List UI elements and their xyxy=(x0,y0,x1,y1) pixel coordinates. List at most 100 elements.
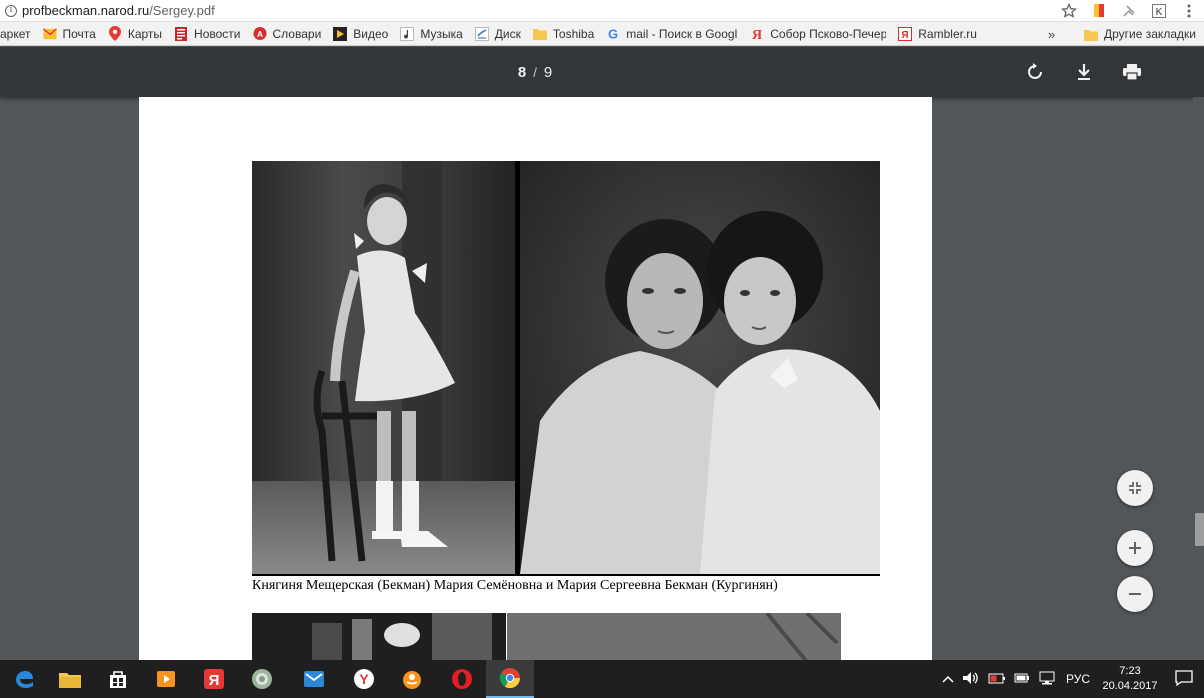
bookmark-label: Rambler.ru xyxy=(918,26,977,41)
bookmark-market[interactable]: аркет xyxy=(0,22,37,45)
bookmark-label: Музыка xyxy=(420,26,463,41)
zoom-out-button[interactable] xyxy=(1117,576,1153,612)
svg-text:Я: Я xyxy=(752,28,762,41)
bookmark-label: Toshiba xyxy=(552,26,595,41)
map-pin-icon xyxy=(108,26,122,41)
rotate-icon xyxy=(1028,63,1042,79)
svg-text:G: G xyxy=(608,27,618,41)
bookmark-mail[interactable]: Почта xyxy=(37,22,102,45)
bookmarks-overflow-button[interactable]: » xyxy=(1048,22,1055,45)
bookmark-google-search[interactable]: G mail - Поиск в Googl xyxy=(600,22,744,45)
taskbar-odnoklassniki[interactable] xyxy=(388,660,436,698)
mail-envelope-icon xyxy=(42,27,57,41)
network-icon[interactable] xyxy=(1034,671,1060,688)
download-button[interactable] xyxy=(1072,60,1096,84)
power-icon[interactable] xyxy=(1010,671,1034,688)
bookmark-star-icon[interactable] xyxy=(1054,0,1084,22)
extension-pin-icon[interactable] xyxy=(1114,0,1144,22)
other-bookmarks-folder[interactable]: Другие закладки xyxy=(1080,22,1202,45)
fit-to-page-button[interactable] xyxy=(1117,470,1153,506)
news-icon xyxy=(174,26,188,41)
bookmark-label: Собор Псково-Печер xyxy=(770,26,887,41)
bookmark-rambler[interactable]: Я Rambler.ru xyxy=(892,22,983,45)
mail-icon xyxy=(304,671,324,687)
bookmark-cathedral[interactable]: Я Собор Псково-Печер xyxy=(744,22,892,45)
system-tray: РУС 7:23 20.04.2017 xyxy=(938,660,1204,698)
scrollbar-thumb[interactable] xyxy=(1195,513,1204,546)
taskbar-file-explorer[interactable] xyxy=(46,660,94,698)
yandex-icon: Я xyxy=(750,27,764,41)
photo-woman-and-girl xyxy=(520,161,880,574)
current-page[interactable]: 8 xyxy=(518,64,526,81)
notifications-icon[interactable] xyxy=(1164,669,1204,689)
store-bag-icon xyxy=(110,671,126,688)
zoom-in-button[interactable] xyxy=(1117,530,1153,566)
bookmark-label: Карты xyxy=(127,26,163,41)
taskbar-yandex[interactable]: Y xyxy=(340,660,388,698)
pdf-toolbar: 8 / 9 xyxy=(0,47,1204,97)
bookmark-news[interactable]: Новости xyxy=(168,22,246,45)
photo-caption: Княгиня Мещерская (Бекман) Мария Семёнов… xyxy=(252,578,778,593)
print-button[interactable] xyxy=(1120,60,1144,84)
total-pages: 9 xyxy=(543,63,553,81)
extension-flag-icon[interactable] xyxy=(1084,0,1114,22)
fit-page-icon xyxy=(1129,482,1141,494)
taskbar-media-player[interactable] xyxy=(142,660,190,698)
site-info-icon[interactable]: i xyxy=(0,0,22,22)
volume-icon[interactable] xyxy=(958,671,984,688)
bookmark-music[interactable]: Музыка xyxy=(394,22,468,45)
taskbar-mail[interactable] xyxy=(290,660,338,698)
taskbar-system-app[interactable] xyxy=(238,660,286,698)
taskbar-opera[interactable] xyxy=(438,660,486,698)
edge-icon xyxy=(16,671,33,688)
bookmark-label: Видео xyxy=(353,26,389,41)
svg-text:Y: Y xyxy=(359,671,369,687)
bookmark-video[interactable]: Видео xyxy=(327,22,394,45)
taskbar-store[interactable] xyxy=(94,660,142,698)
url-host[interactable]: profbeckman.narod.ru xyxy=(22,3,149,18)
menu-icon[interactable] xyxy=(1174,0,1204,22)
clock-time: 7:23 xyxy=(1119,665,1141,677)
bookmark-label: Другие закладки xyxy=(1104,27,1196,41)
taskbar-yandex-browser[interactable]: Я xyxy=(190,660,238,698)
clock[interactable]: 7:23 20.04.2017 xyxy=(1096,664,1164,694)
ok-icon xyxy=(403,671,421,689)
folder-icon xyxy=(532,27,547,41)
bookmark-maps[interactable]: Карты xyxy=(102,22,168,45)
disk-icon xyxy=(474,26,489,41)
bookmark-label: аркет xyxy=(0,26,31,41)
svg-text:K: K xyxy=(1156,7,1163,18)
chrome-icon xyxy=(499,668,521,689)
svg-text:Я: Я xyxy=(209,672,220,689)
opera-icon xyxy=(452,669,472,689)
bookmark-dictionaries[interactable]: A Словари xyxy=(247,22,328,45)
folder-icon xyxy=(59,673,81,688)
google-icon: G xyxy=(606,27,620,41)
pdf-page: Княгиня Мещерская (Бекман) Мария Семёнов… xyxy=(139,97,932,662)
bookmark-disk[interactable]: Диск xyxy=(469,22,527,45)
page-indicator: 8 / 9 xyxy=(0,47,1070,97)
photo-baseline xyxy=(252,574,880,576)
music-icon xyxy=(400,26,415,41)
video-icon xyxy=(333,26,348,41)
yandex-icon: Я xyxy=(204,669,224,689)
photo-bottom-right xyxy=(507,613,841,662)
photo-girl-standing xyxy=(252,161,515,576)
dictionary-icon: A xyxy=(252,26,267,41)
address-bar[interactable]: i profbeckman.narod.ru/Sergey.pdf K xyxy=(0,0,1204,22)
extension-k-icon[interactable]: K xyxy=(1144,0,1174,22)
rotate-button[interactable] xyxy=(1023,60,1047,84)
battery-warning-icon[interactable] xyxy=(984,671,1010,688)
bookmark-toshiba[interactable]: Toshiba xyxy=(527,22,600,45)
tray-overflow-chevron-icon[interactable] xyxy=(938,672,958,686)
yandex-y-icon: Y xyxy=(354,669,374,689)
bookmark-label: Почта xyxy=(62,26,96,41)
language-indicator[interactable]: РУС xyxy=(1060,672,1096,686)
svg-text:Я: Я xyxy=(902,30,909,41)
vertical-scrollbar[interactable] xyxy=(1193,97,1204,662)
taskbar-edge[interactable] xyxy=(0,660,48,698)
url-path[interactable]: /Sergey.pdf xyxy=(149,3,215,18)
taskbar-chrome[interactable] xyxy=(486,660,534,698)
bookmark-label: Диск xyxy=(494,26,521,41)
bookmark-label: Словари xyxy=(272,26,322,41)
